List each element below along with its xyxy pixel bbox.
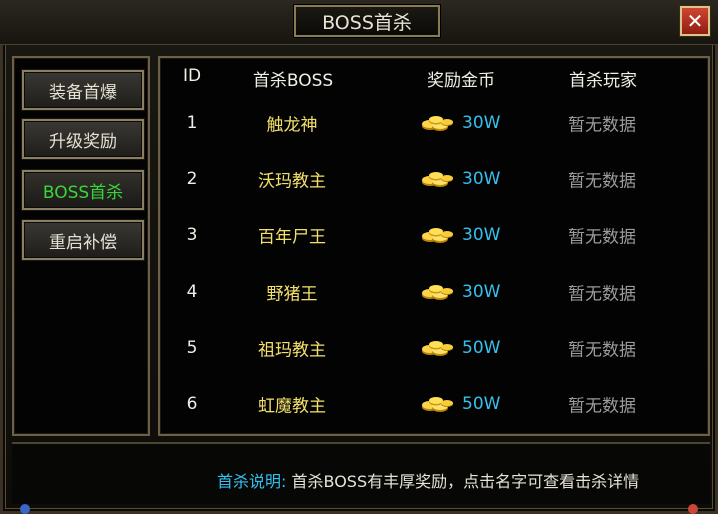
gold-coins-icon — [421, 225, 455, 245]
column-header-player: 首杀玩家 — [569, 71, 637, 91]
row-id: 5 — [186, 337, 198, 358]
first-kill-player: 暂无数据 — [568, 284, 636, 305]
boss-name-link[interactable]: 触龙神 — [267, 111, 318, 136]
gold-coins-icon — [421, 169, 455, 189]
row-id: 3 — [186, 225, 198, 246]
gold-coins-icon — [421, 282, 455, 302]
note-text: 首杀BOSS有丰厚奖励，点击名字可查看击杀详情 — [291, 472, 640, 491]
gold-coins-icon — [421, 338, 455, 358]
reward-amount: 30W — [462, 113, 501, 133]
reward-amount: 50W — [462, 394, 501, 414]
sidebar-item-equipment-first-drop[interactable]: 装备首爆 — [22, 70, 144, 110]
first-kill-note: 首杀说明: 首杀BOSS有丰厚奖励，点击名字可查看击杀详情 — [217, 468, 639, 492]
sidebar-item-boss-first-kill[interactable]: BOSS首杀 — [22, 170, 144, 210]
window-title: BOSS首杀 — [294, 5, 440, 37]
column-header-reward: 奖励金币 — [427, 71, 495, 91]
boss-name-link[interactable]: 沃玛教主 — [258, 167, 326, 192]
sidebar-item-level-reward[interactable]: 升级奖励 — [22, 119, 144, 159]
first-kill-player: 暂无数据 — [568, 227, 636, 248]
boss-name-link[interactable]: 百年尸王 — [258, 223, 326, 248]
sidebar-item-restart-compensation[interactable]: 重启补偿 — [22, 220, 144, 260]
column-header-boss: 首杀BOSS — [252, 71, 334, 91]
boss-name-link[interactable]: 野猪王 — [267, 279, 318, 304]
first-kill-player: 暂无数据 — [568, 171, 636, 192]
frame-gem-icon — [20, 504, 30, 514]
gold-coins-icon — [421, 394, 455, 414]
row-id: 6 — [186, 394, 198, 414]
column-header-id: ID — [182, 66, 202, 86]
first-kill-player: 暂无数据 — [568, 396, 636, 417]
row-id: 1 — [186, 113, 198, 133]
boss-name-link[interactable]: 虹魔教主 — [258, 392, 326, 417]
reward-amount: 30W — [462, 169, 501, 190]
sidebar: 装备首爆 升级奖励 BOSS首杀 重启补偿 — [12, 56, 150, 436]
note-label: 首杀说明: — [217, 472, 287, 491]
gold-coins-icon — [421, 113, 455, 133]
boss-name-link[interactable]: 祖玛教主 — [258, 335, 326, 360]
title-bar: BOSS首杀 ✕ — [0, 0, 718, 45]
row-id: 2 — [186, 169, 198, 190]
first-kill-player: 暂无数据 — [568, 115, 636, 136]
row-id: 4 — [186, 281, 198, 302]
frame-gem-icon — [688, 504, 698, 514]
close-button[interactable]: ✕ — [680, 6, 710, 36]
first-kill-player: 暂无数据 — [568, 340, 636, 361]
reward-amount: 30W — [462, 281, 501, 302]
reward-amount: 30W — [462, 225, 501, 246]
reward-amount: 50W — [462, 337, 501, 358]
